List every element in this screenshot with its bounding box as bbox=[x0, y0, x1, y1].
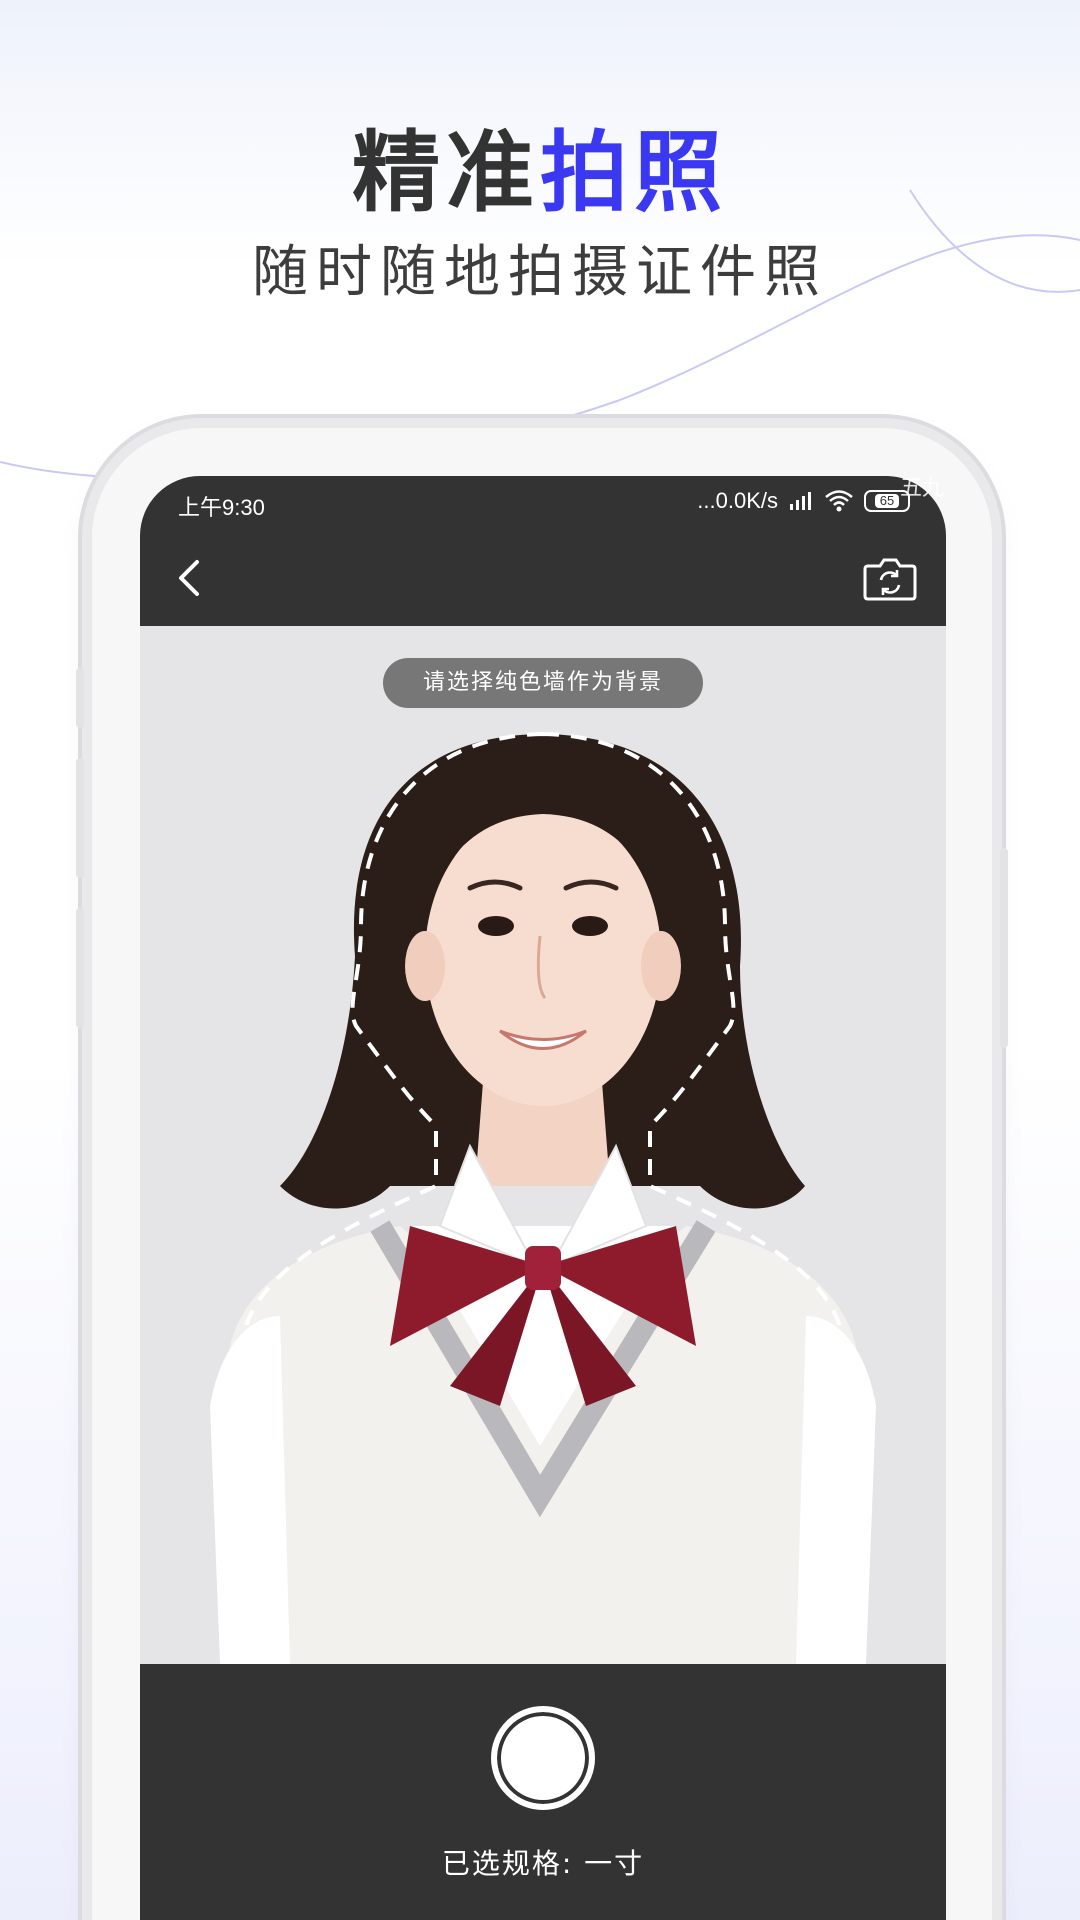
promo-headline: 精准拍照 bbox=[0, 118, 1080, 228]
promo-page: 精准拍照 随时随地拍摄证件照 上午9:30 ...0.0K/s 65 请选择纯色… bbox=[0, 0, 1080, 1920]
phone-screen: 上午9:30 ...0.0K/s 65 请选择纯色墙作为背景 已选规格: 一寸 bbox=[140, 476, 946, 1920]
chevron-left-icon bbox=[179, 560, 199, 596]
network-speed: ...0.0K/s bbox=[697, 488, 778, 513]
status-bar: 上午9:30 ...0.0K/s 65 bbox=[140, 476, 946, 528]
phone-side-button bbox=[76, 668, 84, 728]
back-button[interactable] bbox=[160, 548, 220, 608]
camera-viewfinder[interactable]: 请选择纯色墙作为背景 bbox=[140, 626, 946, 1664]
phone-power-button bbox=[1000, 848, 1008, 1048]
selected-spec-label: 已选规格: 一寸 bbox=[441, 1847, 645, 1880]
background-hint: 请选择纯色墙作为背景 bbox=[383, 658, 703, 708]
wifi-icon bbox=[825, 490, 853, 512]
phone-side-button bbox=[76, 908, 84, 1028]
headline-plain: 精准 bbox=[351, 121, 540, 224]
camera-control-bar: 已选规格: 一寸 bbox=[140, 1664, 946, 1920]
portrait-preview bbox=[210, 732, 876, 1664]
battery-level: 65 bbox=[874, 494, 900, 508]
camera-nav-bar bbox=[140, 528, 946, 626]
phone-mockup: 上午9:30 ...0.0K/s 65 请选择纯色墙作为背景 已选规格: 一寸 bbox=[76, 428, 1008, 1920]
switch-camera-button[interactable] bbox=[858, 546, 922, 610]
watermark-text: 五九 bbox=[900, 476, 945, 501]
phone-side-button bbox=[76, 758, 84, 878]
shutter-button[interactable] bbox=[491, 1706, 595, 1810]
status-indicators: ...0.0K/s 65 bbox=[697, 488, 910, 514]
status-time: 上午9:30 bbox=[178, 495, 265, 520]
headline-accent: 拍照 bbox=[540, 121, 729, 224]
signal-icon bbox=[790, 492, 811, 510]
promo-subheadline: 随时随地拍摄证件照 bbox=[252, 240, 828, 305]
camera-switch-icon bbox=[863, 558, 917, 601]
